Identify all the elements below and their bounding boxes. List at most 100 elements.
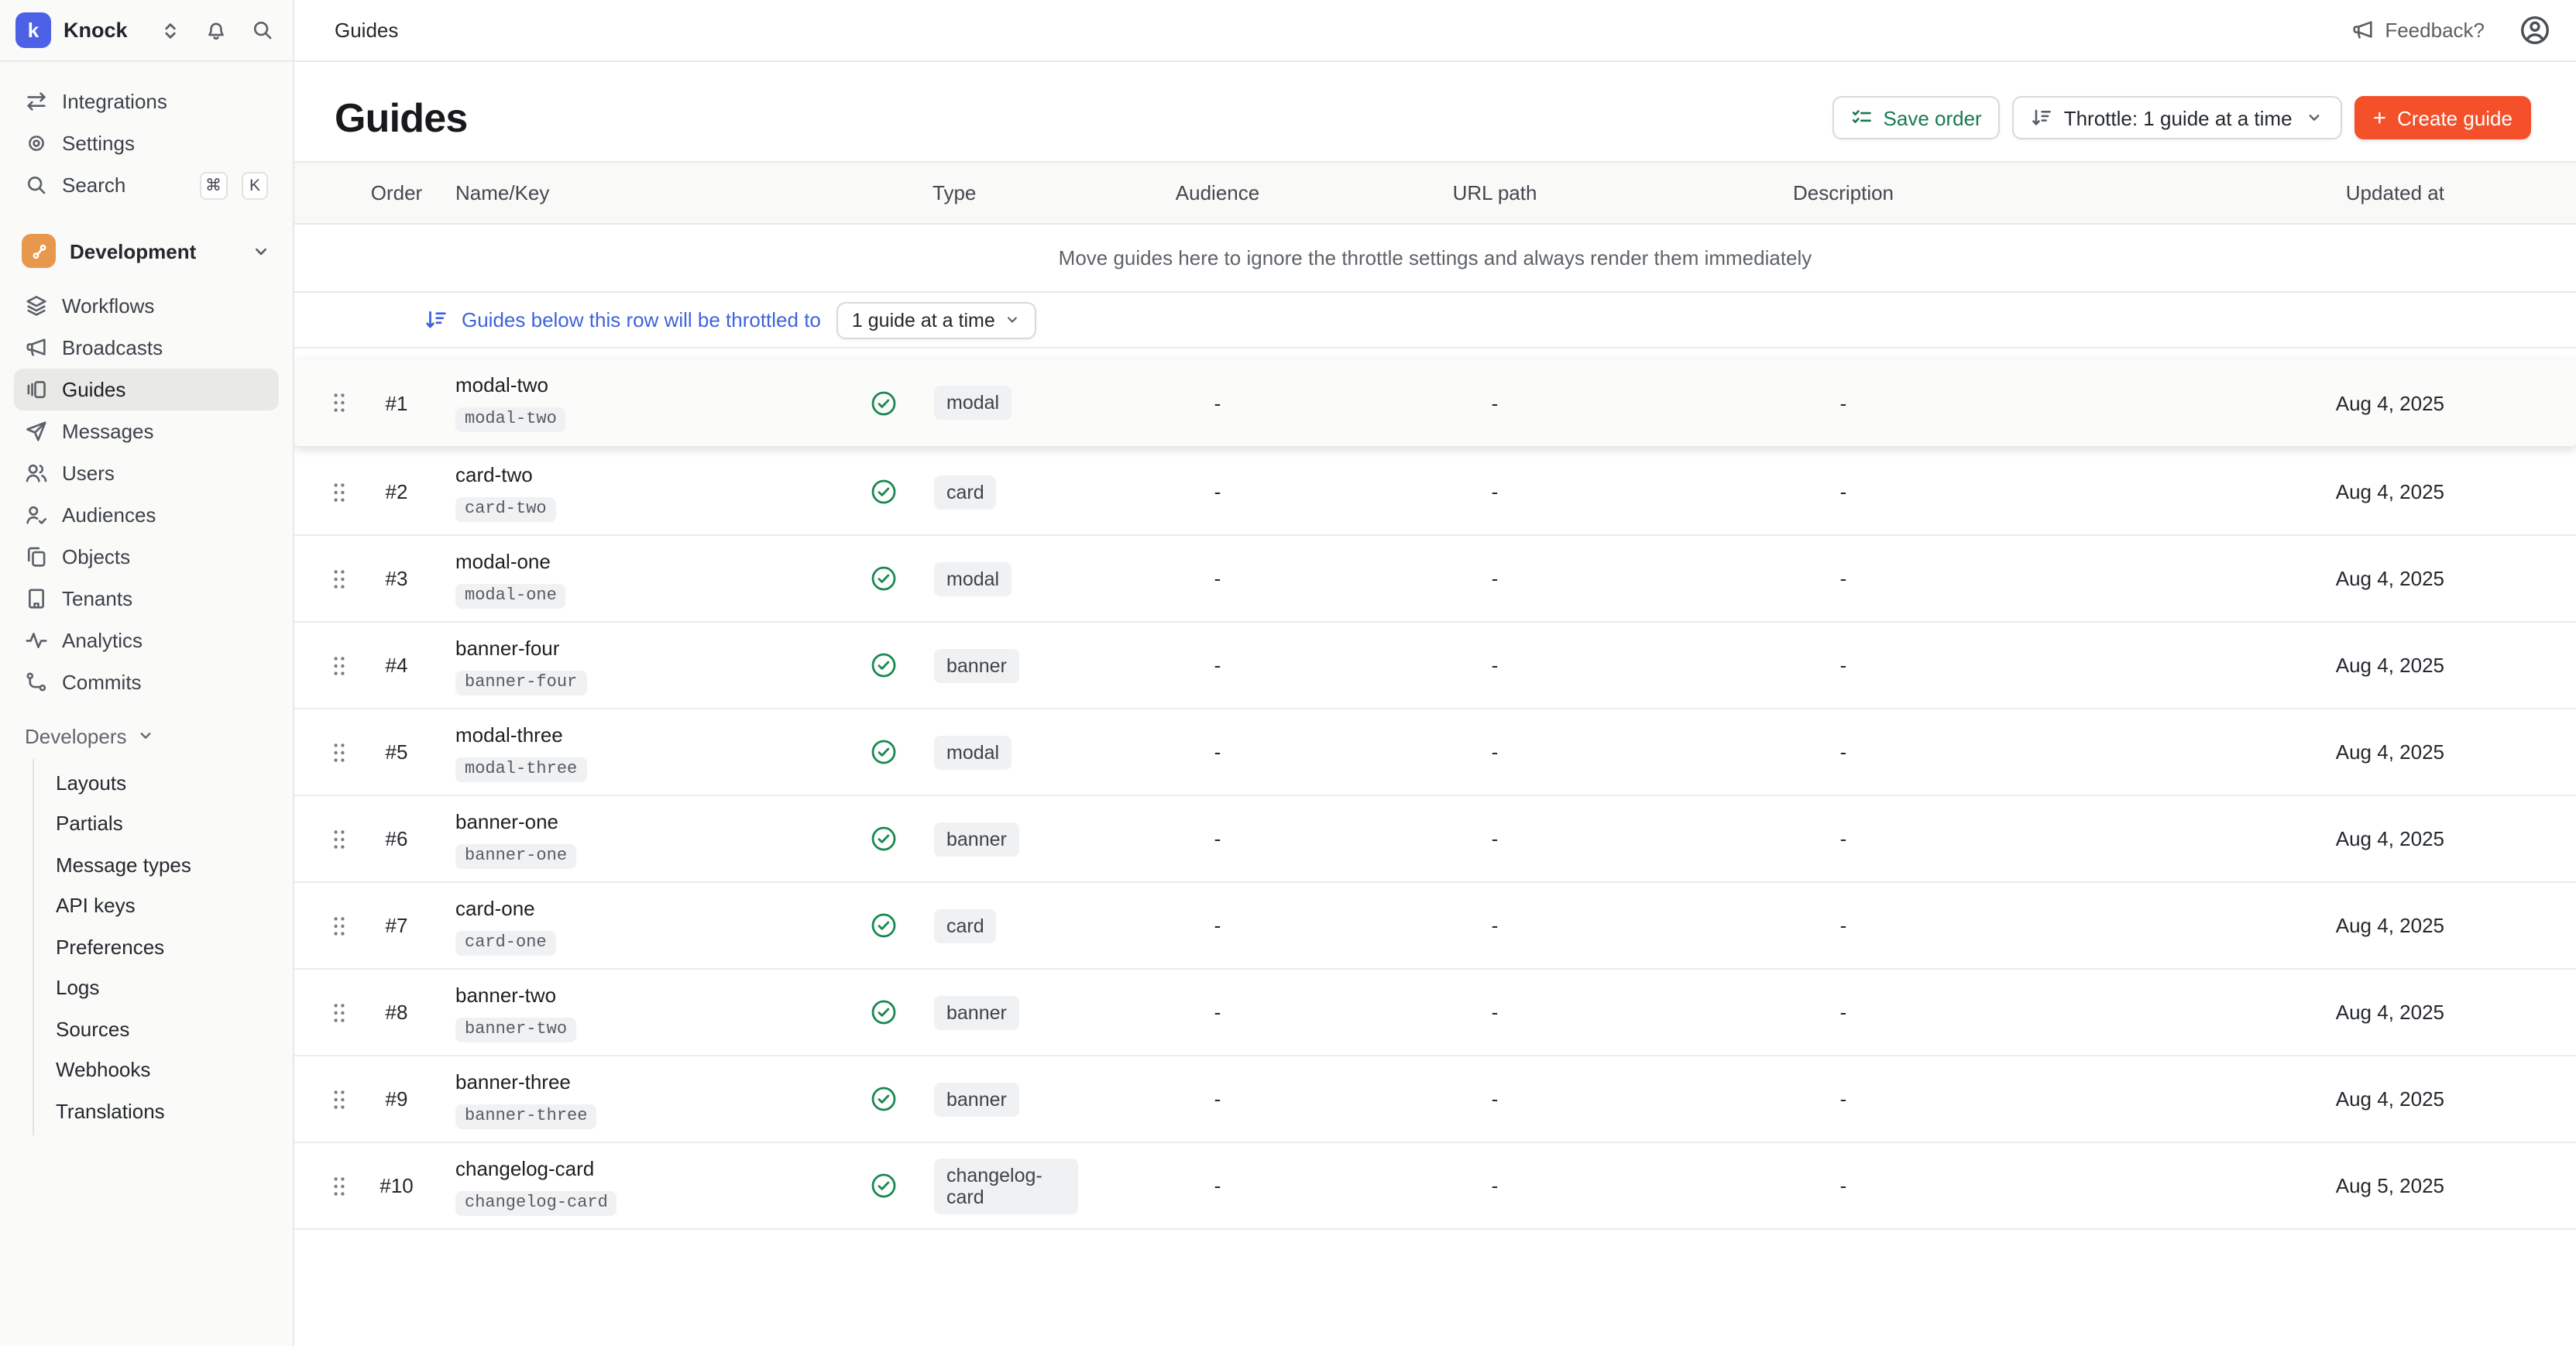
sidebar-item-audiences[interactable]: Audiences [14, 494, 279, 536]
guide-name-cell: card-two card-two [434, 462, 846, 521]
guide-order: #10 [359, 1174, 434, 1197]
guide-description: - [1633, 391, 2054, 414]
guide-name-cell: banner-one banner-one [434, 809, 846, 868]
guide-row[interactable]: #3 modal-one modal-one modal - - [294, 536, 2576, 623]
sidebar-sub-item[interactable]: Preferences [34, 926, 279, 967]
drag-handle[interactable] [319, 392, 359, 414]
search-icon[interactable] [251, 19, 274, 42]
guide-name: modal-one [455, 549, 846, 572]
sidebar-item-label: Integrations [62, 90, 268, 113]
sidebar-sub-item[interactable]: Message types [34, 844, 279, 885]
guide-order: #6 [359, 827, 434, 850]
sidebar-sub-item[interactable]: API keys [34, 885, 279, 926]
guide-updated-at: Aug 4, 2025 [2054, 654, 2576, 677]
guide-row[interactable]: #6 banner-one banner-one banner - - [294, 796, 2576, 883]
guides-table-body: #1 modal-two modal-two modal - - [294, 359, 2576, 1230]
sidebar-item-label: Tenants [62, 587, 268, 610]
guide-row[interactable]: #10 changelog-card changelog-card change… [294, 1143, 2576, 1230]
guide-audience: - [1078, 914, 1357, 937]
drag-handle[interactable] [319, 481, 359, 503]
sidebar-item-integrations[interactable]: Integrations [14, 81, 279, 122]
sidebar-sub-item[interactable]: Translations [34, 1090, 279, 1131]
drag-handle[interactable] [319, 915, 359, 936]
drag-handle[interactable] [319, 568, 359, 589]
throttle-value-dropdown[interactable]: 1 guide at a time [836, 301, 1037, 338]
drag-handle[interactable] [319, 1175, 359, 1197]
guide-updated-at: Aug 4, 2025 [2054, 391, 2576, 414]
megaphone-icon [2351, 19, 2374, 42]
sidebar-item-guides[interactable]: Guides [14, 369, 279, 410]
developers-section-toggle[interactable]: Developers [14, 716, 279, 756]
guide-row[interactable]: #8 banner-two banner-two banner - - [294, 970, 2576, 1056]
sidebar-sub-item[interactable]: Sources [34, 1008, 279, 1049]
column-header-name-key: Name/Key [434, 181, 846, 204]
guide-name-cell: banner-three banner-three [434, 1070, 846, 1128]
git-branch-icon [25, 671, 48, 694]
drag-handle[interactable] [319, 741, 359, 763]
feedback-button[interactable]: Feedback? [2351, 19, 2485, 42]
sidebar-sub-item[interactable]: Layouts [34, 762, 279, 803]
unthrottled-dropzone[interactable]: Move guides here to ignore the throttle … [294, 225, 2576, 293]
sidebar-sub-item-label: Translations [56, 1100, 165, 1123]
sidebar-sub-item[interactable]: Logs [34, 967, 279, 1008]
plus-icon: + [2373, 106, 2387, 129]
guide-type-badge: modal [934, 735, 1012, 769]
workspace-switcher-icon[interactable] [160, 19, 181, 41]
guide-description: - [1633, 827, 2054, 850]
create-guide-button[interactable]: + Create guide [2354, 96, 2531, 139]
guide-updated-at: Aug 4, 2025 [2054, 1087, 2576, 1111]
sidebar-sub-item-label: Logs [56, 977, 99, 1000]
sidebar-item-commits[interactable]: Commits [14, 661, 279, 703]
sidebar-item-search[interactable]: Search ⌘ K [14, 164, 279, 206]
drag-handle[interactable] [319, 828, 359, 850]
drag-handle[interactable] [319, 654, 359, 676]
drag-handle[interactable] [319, 1088, 359, 1110]
save-order-button[interactable]: Save order [1832, 96, 2001, 139]
sidebar-item-label: Settings [62, 132, 268, 155]
guide-name-cell: card-one card-one [434, 896, 846, 955]
guide-row[interactable]: #9 banner-three banner-three banner - [294, 1056, 2576, 1143]
guide-description: - [1633, 740, 2054, 764]
sidebar-item-objects[interactable]: Objects [14, 536, 279, 578]
guide-type-badge: card [934, 475, 997, 509]
sidebar-sub-item[interactable]: Partials [34, 803, 279, 844]
sidebar-item-messages[interactable]: Messages [14, 410, 279, 452]
check-circle-icon [871, 912, 897, 939]
sidebar-item-users[interactable]: Users [14, 452, 279, 494]
topbar: Guides Feedback? [294, 0, 2576, 62]
guide-audience: - [1078, 740, 1357, 764]
sidebar-item-settings[interactable]: Settings [14, 122, 279, 164]
guide-row[interactable]: #7 card-one card-one card - - [294, 883, 2576, 970]
guide-url-path: - [1357, 1001, 1633, 1024]
guide-name-cell: changelog-card changelog-card [434, 1156, 846, 1215]
check-circle-icon [871, 999, 897, 1025]
dropzone-text: Move guides here to ignore the throttle … [1059, 246, 1812, 270]
column-header-url-path: URL path [1357, 181, 1633, 204]
guide-row[interactable]: #1 modal-two modal-two modal - - [294, 359, 2576, 446]
guide-row[interactable]: #4 banner-four banner-four banner - [294, 623, 2576, 709]
sidebar-item-label: Guides [62, 378, 268, 401]
guide-description: - [1633, 480, 2054, 503]
guide-url-path: - [1357, 391, 1633, 414]
guide-type-cell: card [846, 908, 1078, 943]
environment-switcher[interactable]: Development [14, 229, 279, 273]
column-header-order: Order [359, 181, 434, 204]
sidebar-item-broadcasts[interactable]: Broadcasts [14, 327, 279, 369]
user-check-icon [25, 503, 48, 527]
throttle-divider-link[interactable]: Guides below this row will be throttled … [424, 308, 821, 331]
notifications-bell-icon[interactable] [204, 19, 228, 42]
throttle-dropdown[interactable]: Throttle: 1 guide at a time [2013, 96, 2342, 139]
meta-key-badge: ⌘ [199, 171, 228, 199]
guide-audience: - [1078, 391, 1357, 414]
layers-icon [25, 294, 48, 318]
sidebar-sub-item[interactable]: Webhooks [34, 1049, 279, 1090]
sidebar-item-tenants[interactable]: Tenants [14, 578, 279, 620]
account-avatar-icon[interactable] [2519, 14, 2551, 46]
guide-name: modal-two [455, 373, 846, 397]
drag-handle[interactable] [319, 1001, 359, 1023]
guide-row[interactable]: #2 card-two card-two card - - [294, 449, 2576, 536]
sidebar-item-workflows[interactable]: Workflows [14, 285, 279, 327]
chevron-down-icon [251, 241, 271, 261]
sidebar-item-analytics[interactable]: Analytics [14, 620, 279, 661]
guide-row[interactable]: #5 modal-three modal-three modal - [294, 709, 2576, 796]
